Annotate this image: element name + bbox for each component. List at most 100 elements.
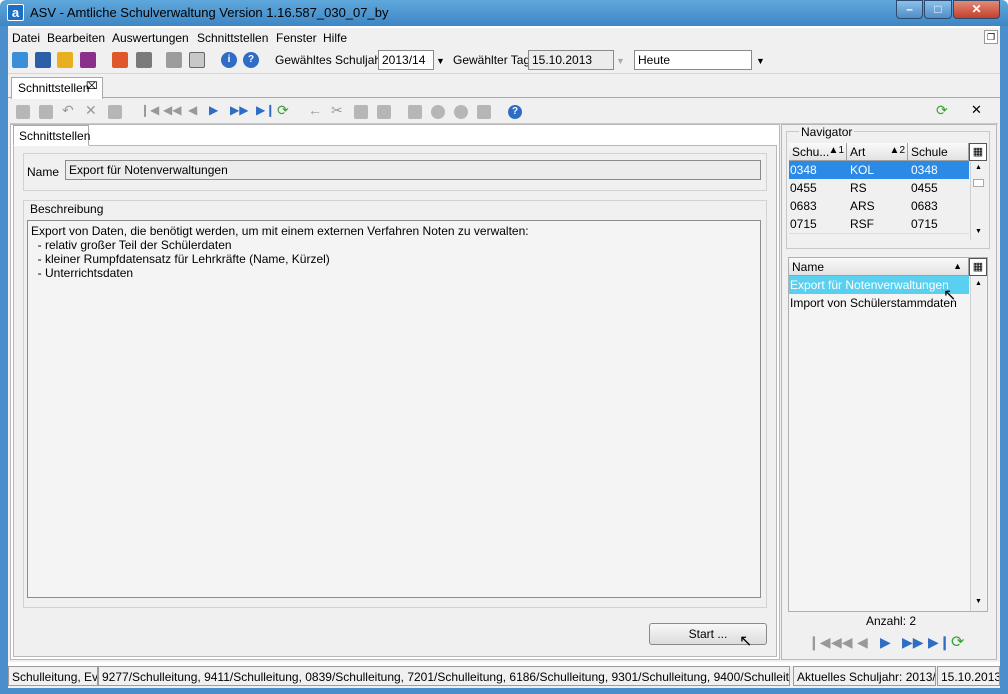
- delete-icon[interactable]: ✕: [85, 102, 99, 118]
- title-bar: a ASV - Amtliche Schulverwaltung Version…: [0, 0, 1008, 26]
- view-icon[interactable]: [431, 105, 445, 119]
- bulb-icon[interactable]: [454, 105, 468, 119]
- sort-asc-icon: ▲2: [889, 145, 905, 156]
- scroll-up-icon[interactable]: ▲: [975, 280, 982, 287]
- save-icon[interactable]: [39, 105, 53, 119]
- table-row[interactable]: 0348 KOL 0348: [789, 161, 969, 179]
- menu-schnittstellen[interactable]: Schnittstellen: [197, 31, 268, 45]
- status-bar: Schulleitung, Eva 9277/Schulleitung, 941…: [8, 666, 1000, 688]
- close-icon[interactable]: ✕: [971, 102, 985, 117]
- list-item[interactable]: Import von Schülerstammdaten: [789, 294, 969, 312]
- sort-asc-icon: ▲1: [828, 145, 844, 156]
- scroll-down-icon[interactable]: ▼: [975, 598, 982, 605]
- schuljahr-label: Gewähltes Schuljahr: [275, 53, 386, 67]
- help-icon[interactable]: ?: [243, 52, 259, 68]
- chevron-down-icon[interactable]: ▼: [436, 56, 445, 66]
- sort-asc-icon: ▲: [953, 261, 962, 271]
- col-name[interactable]: Name ▲: [789, 258, 969, 276]
- subtab-schnittstellen[interactable]: Schnittstellen: [13, 125, 90, 146]
- back-icon[interactable]: ◀: [857, 634, 868, 651]
- window-title: ASV - Amtliche Schulverwaltung Version 1…: [30, 5, 389, 20]
- tag-field[interactable]: 15.10.2013: [528, 50, 614, 70]
- arrow-left-icon[interactable]: ←: [308, 102, 322, 118]
- liste-icon[interactable]: [136, 52, 152, 68]
- col-schule[interactable]: Schule: [908, 143, 969, 161]
- name-field[interactable]: Export für Notenverwaltungen: [65, 160, 761, 180]
- navigator-scrollbar[interactable]: ▲ ▼: [970, 161, 986, 240]
- forward-icon[interactable]: ▶: [880, 634, 891, 651]
- scroll-up-icon[interactable]: ▲: [975, 164, 982, 171]
- scroll-thumb[interactable]: [973, 179, 984, 187]
- back-icon[interactable]: ◀: [188, 103, 202, 117]
- print-icon[interactable]: [408, 105, 422, 119]
- lehrer-icon[interactable]: [35, 52, 51, 68]
- chevron-down-icon[interactable]: ▼: [756, 56, 765, 66]
- minimize-icon[interactable]: –: [896, 0, 923, 19]
- table-row-partial: [789, 233, 969, 240]
- main-toolbar: i ? Gewähltes Schuljahr 2013/14 ▼ Gewähl…: [8, 48, 1000, 74]
- tab-schnittstellen[interactable]: Schnittstellen ⌧: [11, 77, 103, 99]
- fast-forward-icon[interactable]: ▶▶: [230, 103, 248, 117]
- schueler-icon[interactable]: [12, 52, 28, 68]
- fast-back-icon[interactable]: ◀◀: [163, 103, 181, 117]
- app-icon: a: [7, 4, 24, 21]
- sound-icon[interactable]: [477, 105, 491, 119]
- forward-icon[interactable]: ▶: [209, 103, 223, 117]
- menu-bearbeiten[interactable]: Bearbeiten: [47, 31, 105, 45]
- schuljahr-field[interactable]: 2013/14: [378, 50, 434, 70]
- sync-icon[interactable]: ⟳: [936, 102, 950, 118]
- help-icon[interactable]: ?: [508, 105, 522, 119]
- list-item[interactable]: Export für Notenverwaltungen: [789, 276, 969, 294]
- maximize-icon[interactable]: □: [924, 0, 952, 19]
- fast-forward-icon[interactable]: ▶▶: [902, 634, 924, 651]
- kopieren-icon[interactable]: [166, 52, 182, 68]
- menu-fenster[interactable]: Fenster: [276, 31, 317, 45]
- list-scrollbar[interactable]: ▲ ▼: [970, 276, 986, 611]
- tag-label: Gewählter Tag: [453, 53, 531, 67]
- refresh-icon[interactable]: ⟳: [951, 632, 964, 652]
- undo-icon[interactable]: ↶: [62, 102, 76, 118]
- cut-icon[interactable]: ✂: [331, 102, 345, 118]
- heute-field[interactable]: Heute: [634, 50, 752, 70]
- menu-bar: Datei Bearbeiten Auswertungen Schnittste…: [8, 28, 1000, 48]
- comment-icon[interactable]: [108, 105, 122, 119]
- menu-auswertungen[interactable]: Auswertungen: [112, 31, 189, 45]
- window-frame-bottom: [0, 688, 1008, 694]
- klassen-icon[interactable]: [80, 52, 96, 68]
- status-user: Schulleitung, Eva: [8, 666, 98, 686]
- last-icon[interactable]: ▶❙: [928, 634, 951, 651]
- fenster-icon[interactable]: [189, 52, 205, 68]
- tab-label: Schnittstellen: [18, 81, 90, 95]
- table-row[interactable]: 0715 RSF 0715: [789, 215, 969, 233]
- beschreibung-textarea[interactable]: Export von Daten, die benötigt werden, u…: [27, 220, 761, 598]
- col-art[interactable]: Art ▲2: [847, 143, 908, 161]
- new-icon[interactable]: [16, 105, 30, 119]
- window-frame-right: [1000, 26, 1008, 694]
- mouse-cursor-icon: ↖: [739, 633, 753, 650]
- last-icon[interactable]: ▶❙: [256, 103, 275, 117]
- refresh-icon[interactable]: ⟳: [277, 102, 291, 118]
- fast-back-icon[interactable]: ◀◀: [831, 634, 853, 651]
- copy-icon[interactable]: [354, 105, 368, 119]
- close-tab-icon[interactable]: ⌧: [86, 81, 98, 92]
- col-schu[interactable]: Schu... ▲1: [789, 143, 847, 161]
- paste-icon[interactable]: [377, 105, 391, 119]
- table-row[interactable]: 0683 ARS 0683: [789, 197, 969, 215]
- menu-datei[interactable]: Datei: [12, 31, 40, 45]
- first-icon[interactable]: ❙◀: [808, 634, 831, 651]
- first-icon[interactable]: ❙◀: [140, 103, 159, 117]
- menu-hilfe[interactable]: Hilfe: [323, 31, 347, 45]
- column-chooser-icon[interactable]: ▦: [969, 258, 987, 276]
- close-window-icon[interactable]: ✕: [953, 0, 1000, 19]
- table-row[interactable]: 0455 RS 0455: [789, 179, 969, 197]
- info-icon[interactable]: i: [221, 52, 237, 68]
- status-schuljahr: Aktuelles Schuljahr: 2013/14: [793, 666, 936, 686]
- beschreibung-label: Beschreibung: [30, 202, 104, 216]
- record-toolbar: ↶ ✕ ❙◀ ◀◀ ◀ ▶ ▶▶ ▶❙ ⟳ ← ✂ ? ⟳ ✕: [10, 100, 998, 124]
- buch-icon[interactable]: [112, 52, 128, 68]
- column-chooser-icon[interactable]: ▦: [969, 143, 987, 161]
- gruppen-icon[interactable]: [57, 52, 73, 68]
- window-frame-left: [0, 26, 8, 694]
- restore-icon[interactable]: ❐: [984, 30, 998, 44]
- scroll-down-icon[interactable]: ▼: [975, 228, 982, 235]
